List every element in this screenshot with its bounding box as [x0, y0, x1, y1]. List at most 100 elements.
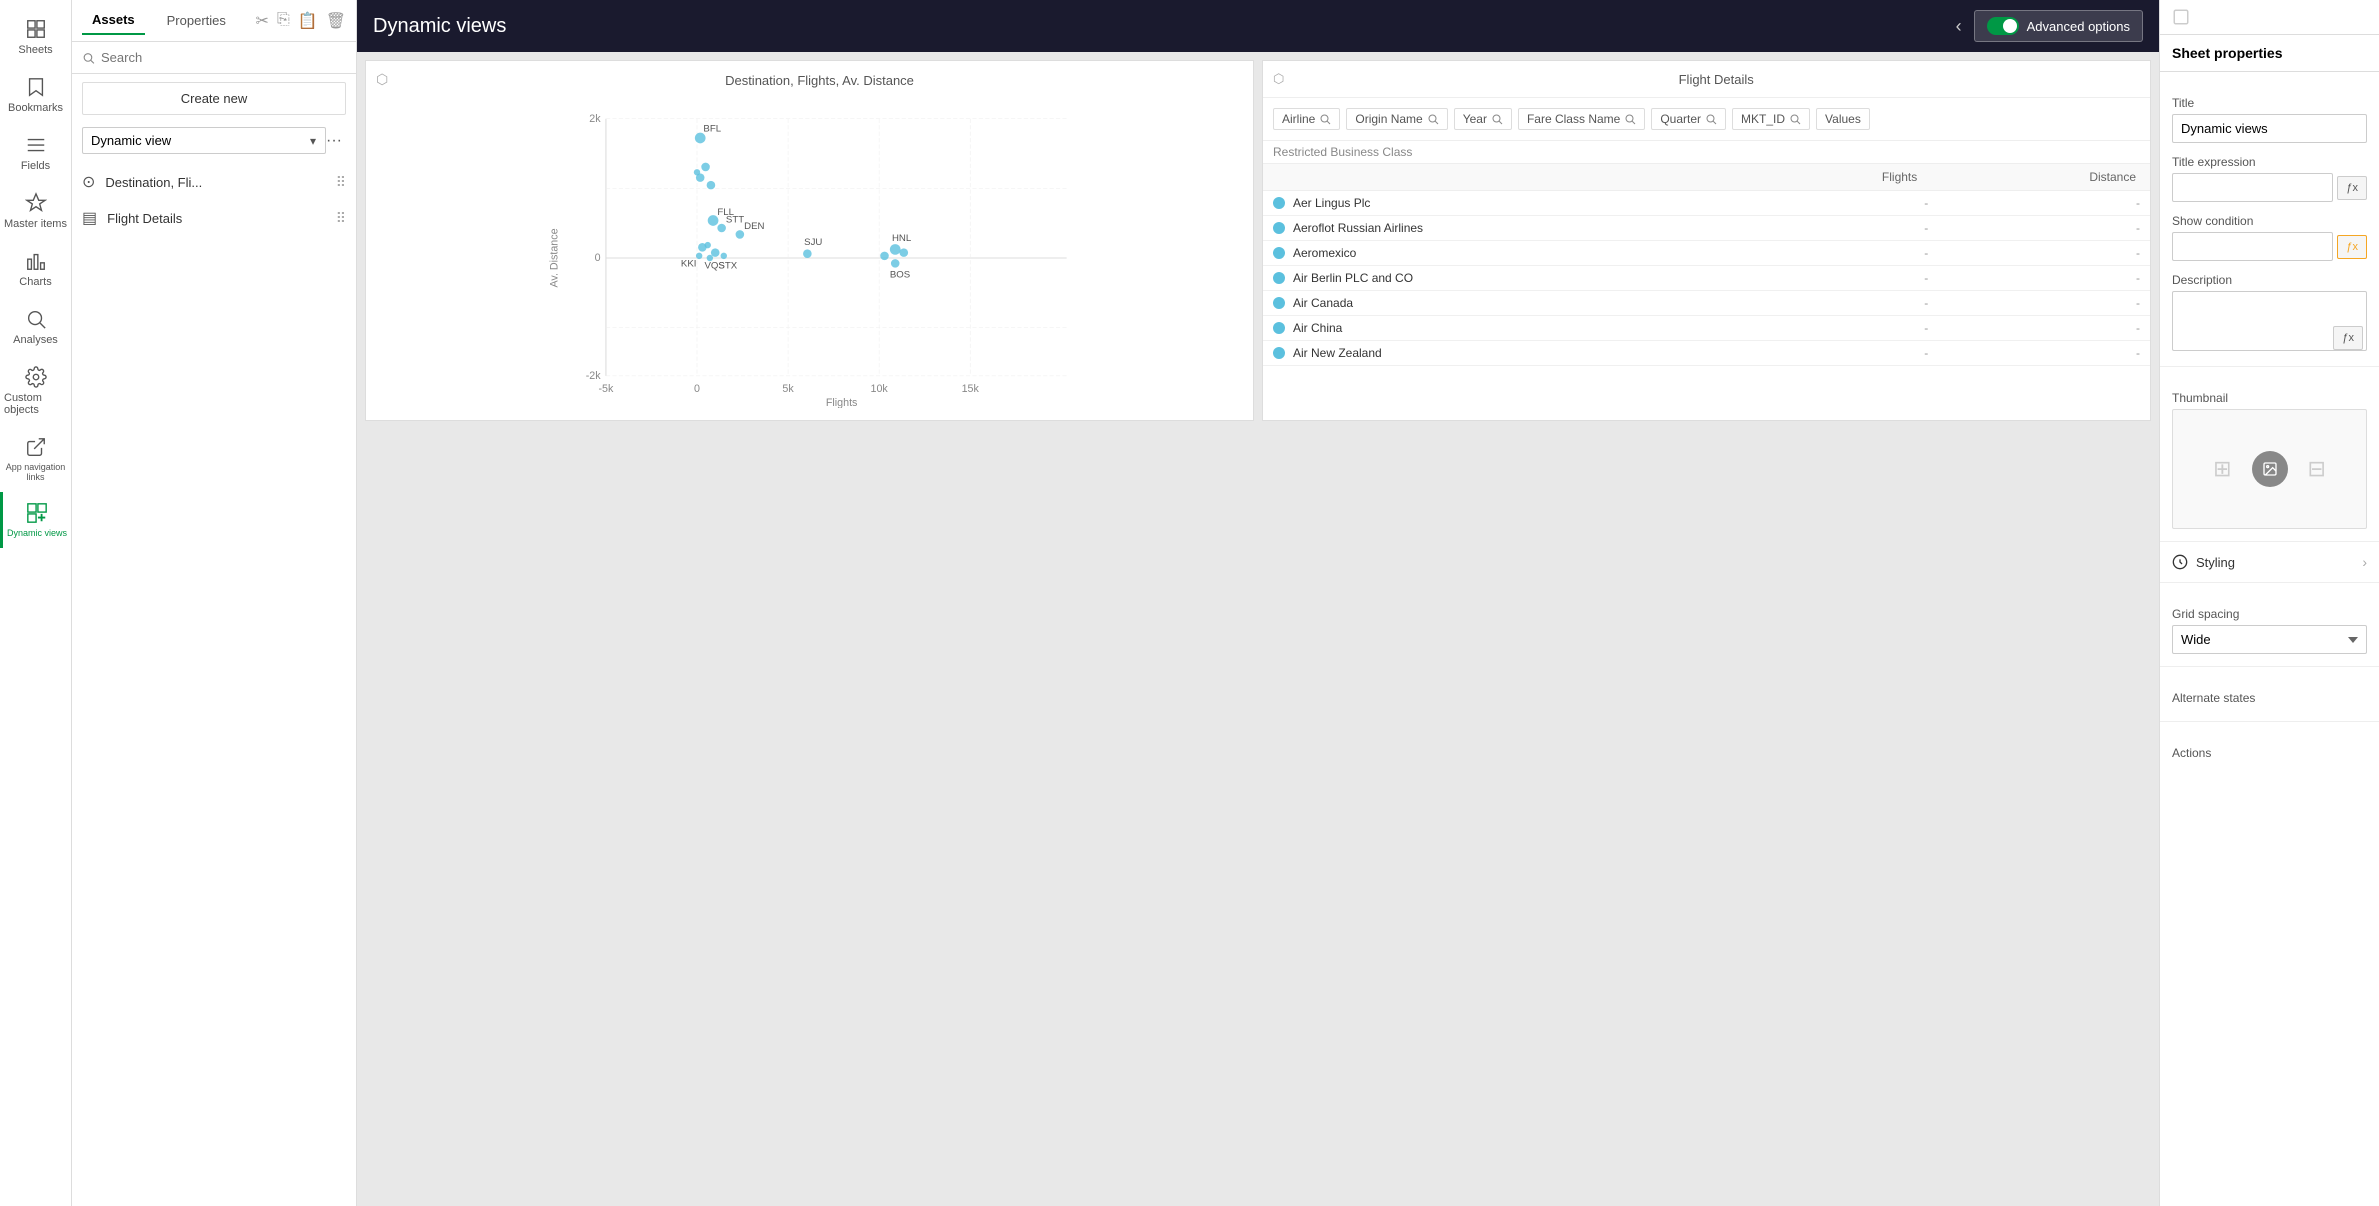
show-condition-fx-button[interactable]: ƒx	[2337, 235, 2367, 259]
origin-name-label: Origin Name	[1355, 112, 1422, 126]
thumbnail-upload-icon[interactable]	[2252, 451, 2288, 487]
table-icon: ▤	[82, 208, 97, 228]
search-mini-icon	[1491, 113, 1503, 125]
charts-label: Charts	[19, 276, 51, 288]
sidebar-item-analyses[interactable]: Analyses	[0, 298, 71, 356]
cut-icon[interactable]: ✂	[256, 11, 269, 31]
svg-text:-5k: -5k	[598, 383, 614, 395]
show-condition-input[interactable]	[2172, 232, 2333, 261]
tab-properties[interactable]: Properties	[157, 7, 236, 34]
fields-label: Fields	[21, 160, 50, 172]
svg-text:BOS: BOS	[890, 269, 910, 280]
sidebar-item-charts[interactable]: Charts	[0, 240, 71, 298]
list-item[interactable]: ▤ Flight Details ⠿	[72, 200, 356, 236]
fare-class-filter[interactable]: Fare Class Name	[1518, 108, 1645, 130]
delete-icon[interactable]: 🗑	[326, 11, 346, 31]
table-row[interactable]: Aeromexico - -	[1263, 241, 2150, 266]
airline-name: Aeroflot Russian Airlines	[1293, 221, 1717, 235]
icon-sidebar: Sheets Bookmarks Fields Master items Cha…	[0, 0, 72, 1206]
nav-back-icon[interactable]: ‹	[1956, 16, 1962, 37]
svg-text:Av. Distance: Av. Distance	[549, 228, 561, 287]
sheet-properties-body: Title Title expression ƒx Show condition…	[2160, 72, 2379, 366]
properties-panel: Sheet properties Title Title expression …	[2159, 0, 2379, 1206]
title-field[interactable]	[2172, 114, 2367, 143]
quarter-label: Quarter	[1660, 112, 1701, 126]
airline-name: Aeromexico	[1293, 246, 1717, 260]
main-content: Dynamic views ‹ Advanced options ⬡ Desti…	[357, 0, 2159, 1206]
search-mini-icon	[1427, 113, 1439, 125]
search-input[interactable]	[101, 50, 346, 65]
svg-text:STT: STT	[726, 215, 744, 226]
flights-value: -	[1717, 196, 1929, 210]
grid-spacing-section: Grid spacing Wide Medium Narrow	[2160, 582, 2379, 666]
origin-name-filter[interactable]: Origin Name	[1346, 108, 1447, 130]
thumbnail-label: Thumbnail	[2172, 391, 2367, 405]
table-row[interactable]: Air China - -	[1263, 316, 2150, 341]
title-expression-input[interactable]	[2172, 173, 2333, 202]
sidebar-item-sheets[interactable]: Sheets	[0, 8, 71, 66]
advanced-options-toggle[interactable]	[1987, 17, 2019, 35]
paste-icon[interactable]: 📋	[298, 11, 318, 31]
airline-name: Air New Zealand	[1293, 346, 1717, 360]
grid-spacing-select[interactable]: Wide Medium Narrow	[2172, 625, 2367, 654]
table-row[interactable]: Air Canada - -	[1263, 291, 2150, 316]
airline-filter[interactable]: Airline	[1273, 108, 1340, 130]
svg-text:DEN: DEN	[744, 221, 764, 232]
airline-name: Air Canada	[1293, 296, 1717, 310]
analyses-label: Analyses	[13, 334, 58, 346]
sidebar-item-custom-objects[interactable]: Custom objects	[0, 356, 71, 426]
show-condition-label: Show condition	[2172, 214, 2367, 228]
table-row[interactable]: Air New Zealand - -	[1263, 341, 2150, 366]
dimension-label: Restricted Business Class	[1263, 141, 2150, 164]
table-column-headers: Flights Distance	[1263, 164, 2150, 191]
values-filter[interactable]: Values	[1816, 108, 1870, 130]
title-expression-fx-button[interactable]: ƒx	[2337, 176, 2367, 200]
list-item[interactable]: ⊙ Destination, Fli... ⠿	[72, 164, 356, 200]
scatter-chart-card: ⬡ Destination, Flights, Av. Distance	[365, 60, 1254, 421]
distance-value: -	[1928, 296, 2140, 310]
styling-chevron-icon: ›	[2362, 554, 2367, 570]
properties-panel-icon	[2172, 8, 2190, 26]
sidebar-item-dynamic-views[interactable]: Dynamic views	[0, 492, 71, 548]
title-field-label: Title	[2172, 96, 2367, 110]
sidebar-item-bookmarks[interactable]: Bookmarks	[0, 66, 71, 124]
advanced-options-button[interactable]: Advanced options	[1974, 10, 2143, 42]
description-fx-button[interactable]: ƒx	[2333, 326, 2363, 350]
mkt-id-filter[interactable]: MKT_ID	[1732, 108, 1810, 130]
svg-text:2k: 2k	[589, 113, 601, 125]
row-indicator	[1273, 247, 1285, 259]
table-row[interactable]: Aer Lingus Plc - -	[1263, 191, 2150, 216]
tab-assets[interactable]: Assets	[82, 6, 145, 35]
fare-class-label: Fare Class Name	[1527, 112, 1620, 126]
table-export-icon[interactable]: ⬡	[1273, 71, 1284, 87]
year-filter[interactable]: Year	[1454, 108, 1512, 130]
export-icon[interactable]: ⬡	[376, 71, 388, 88]
create-new-button[interactable]: Create new	[82, 82, 346, 115]
flights-value: -	[1717, 296, 1929, 310]
table-row[interactable]: Aeroflot Russian Airlines - -	[1263, 216, 2150, 241]
sidebar-item-master-items[interactable]: Master items	[0, 182, 71, 240]
row-indicator	[1273, 222, 1285, 234]
row-indicator	[1273, 297, 1285, 309]
advanced-options-label: Advanced options	[2027, 19, 2130, 34]
styling-row[interactable]: Styling ›	[2160, 541, 2379, 582]
sheets-label: Sheets	[18, 44, 52, 56]
copy-icon[interactable]: ⎘	[277, 11, 290, 31]
custom-objects-label: Custom objects	[4, 392, 67, 416]
more-options-button[interactable]: ···	[322, 130, 346, 152]
quarter-filter[interactable]: Quarter	[1651, 108, 1726, 130]
title-expression-label: Title expression	[2172, 155, 2367, 169]
row-indicator	[1273, 322, 1285, 334]
sidebar-item-fields[interactable]: Fields	[0, 124, 71, 182]
table-body: Aer Lingus Plc - - Aeroflot Russian Airl…	[1263, 191, 2150, 366]
alternate-states-section: Alternate states	[2160, 666, 2379, 721]
scatter-chart-title: Destination, Flights, Av. Distance	[398, 73, 1241, 88]
table-row[interactable]: Air Berlin PLC and CO - -	[1263, 266, 2150, 291]
page-title: Dynamic views	[373, 15, 506, 38]
thumbnail-box[interactable]: ⊞ ⊟	[2172, 409, 2367, 529]
sidebar-item-app-nav[interactable]: App navigation links	[0, 426, 71, 492]
sheet-properties-title: Sheet properties	[2172, 45, 2282, 61]
airline-filter-label: Airline	[1282, 112, 1315, 126]
flights-column-header: Flights	[1703, 164, 1922, 190]
dynamic-view-select[interactable]: Dynamic view	[82, 127, 326, 154]
